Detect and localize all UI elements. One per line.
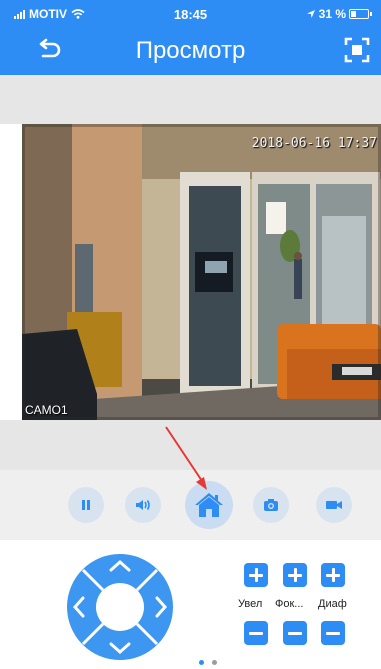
focus-minus-button[interactable]: [283, 621, 307, 645]
joystick-down-button[interactable]: [104, 633, 136, 659]
pause-icon: [82, 500, 90, 510]
iris-minus-button[interactable]: [321, 621, 345, 645]
camera-icon: [264, 499, 278, 511]
fullscreen-icon[interactable]: [343, 36, 371, 64]
video-bottom-spacer: [0, 420, 381, 470]
battery-percent: 31 %: [318, 7, 346, 21]
control-bar: [0, 470, 381, 540]
iris-plus-button[interactable]: [321, 563, 345, 587]
home-button[interactable]: [185, 481, 233, 529]
video-timestamp: 2018-06-16 17:37: [251, 136, 377, 151]
zoom-out-button[interactable]: [244, 621, 268, 645]
status-bar: MOTIV 18:45 31 %: [0, 0, 381, 27]
page-dot[interactable]: [212, 660, 217, 665]
page-title: Просмотр: [135, 37, 246, 64]
joystick-right-button[interactable]: [146, 591, 172, 623]
battery-icon: [349, 9, 372, 19]
pause-button[interactable]: [68, 487, 104, 523]
nav-bar: Просмотр: [0, 27, 381, 75]
video-record-icon: [326, 501, 342, 509]
snapshot-button[interactable]: [253, 487, 289, 523]
page-dot-active[interactable]: [199, 660, 204, 665]
iris-label: Диаф: [318, 598, 347, 610]
focus-label: Фок...: [275, 598, 304, 610]
video-frame: [22, 124, 381, 420]
video-top-spacer: [0, 75, 381, 124]
video-feed[interactable]: 2018-06-16 17:37 CAMO1: [22, 124, 381, 420]
joystick-left-button[interactable]: [68, 591, 94, 623]
focus-plus-button[interactable]: [283, 563, 307, 587]
location-icon: [306, 10, 315, 18]
status-right: 31 %: [306, 7, 372, 21]
joystick-up-button[interactable]: [104, 555, 136, 581]
audio-button[interactable]: [125, 487, 161, 523]
home-icon: [195, 493, 223, 517]
ptz-joystick: [67, 554, 173, 660]
camera-name: CAMO1: [25, 403, 68, 417]
zoom-in-button[interactable]: [244, 563, 268, 587]
speaker-icon: [136, 500, 150, 510]
record-button[interactable]: [316, 487, 352, 523]
zoom-label: Увел: [238, 598, 263, 610]
